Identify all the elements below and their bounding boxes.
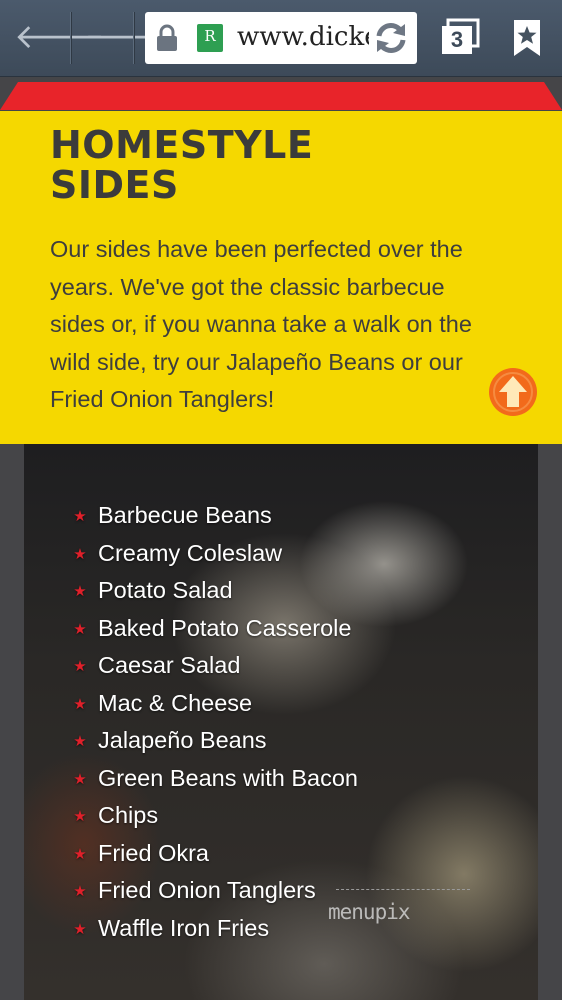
toolbar-divider [70,12,71,64]
star-bullet-icon: ★ [73,733,87,750]
list-item: ★ Waffle Iron Fries [70,910,358,948]
star-bullet-icon: ★ [73,770,87,788]
side-item-label: Green Beans with Bacon [98,764,358,791]
list-item: ★ Green Beans with Bacon [70,760,358,798]
watermark-divider [336,889,470,890]
star-bullet-icon: ★ [73,845,87,863]
address-bar[interactable]: R www.dicke [145,12,417,64]
tabs-button[interactable]: 3 [438,18,482,58]
list-item: ★ Chips [70,797,358,835]
star-bullet-icon: ★ [73,808,87,825]
sides-list: ★ Barbecue Beans ★ Creamy Coleslaw ★ Potato… [70,497,358,947]
tab-count: 3 [442,26,472,54]
list-item: ★ Creamy Coleslaw [70,535,358,573]
section-intro: Our sides have been perfected over the y… [50,236,472,412]
star-bullet-icon: ★ [73,620,87,638]
heading-line-1: HOMESTYLE [50,123,314,167]
back-button[interactable]: 🡐 [14,14,105,60]
star-bullet-icon: ★ [73,545,87,563]
side-item-label: Waffle Iron Fries [98,914,270,941]
side-item-label: Fried Okra [98,839,209,866]
site-favicon: R [197,24,223,52]
side-item-label: Mac & Cheese [98,689,253,716]
star-bullet-icon: ★ [73,583,87,600]
list-item: ★ Baked Potato Casserole [70,610,358,648]
star-bullet-icon: ★ [73,508,87,525]
homestyle-sides-panel: HOMESTYLE SIDES Our sides have been perf… [0,111,562,444]
side-item-label: Baked Potato Casserole [98,614,352,641]
heading-line-2: SIDES [50,163,179,207]
list-item: ★ Mac & Cheese [70,685,358,723]
reload-icon[interactable] [369,18,413,58]
list-item: ★ Jalapeño Beans [70,722,358,760]
lock-icon [157,24,177,51]
browser-toolbar: 🡐 🡒 R www.dicke 3 [0,0,562,77]
list-item: ★ Fried Okra [70,835,358,873]
menupix-watermark: menupix [328,900,411,924]
side-item-label: Potato Salad [98,577,233,603]
list-item: ★ Fried Onion Tanglers [70,872,358,910]
red-banner-strip [0,82,562,110]
favicon-letter: R [204,27,216,45]
list-item: ★ Potato Salad [70,572,358,610]
section-heading: HOMESTYLE SIDES [50,125,313,205]
arrow-up-circle-icon[interactable] [488,367,538,417]
forward-button[interactable]: 🡒 [84,14,175,60]
side-item-label: Caesar Salad [98,652,241,678]
star-bullet-icon: ★ [73,658,87,675]
url-text: www.dicke [237,22,380,52]
side-item-label: Barbecue Beans [98,502,272,528]
toolbar-divider [133,12,134,64]
star-bullet-icon: ★ [73,695,87,713]
star-bullet-icon: ★ [73,920,87,938]
star-bullet-icon: ★ [73,883,87,900]
side-item-label: Chips [98,802,159,828]
list-item: ★ Barbecue Beans [70,497,358,535]
side-item-label: Fried Onion Tanglers [98,877,316,903]
bookmark-star-icon[interactable] [512,18,542,58]
side-item-label: Jalapeño Beans [98,727,267,753]
list-item: ★ Caesar Salad [70,647,358,685]
side-item-label: Creamy Coleslaw [98,539,283,566]
